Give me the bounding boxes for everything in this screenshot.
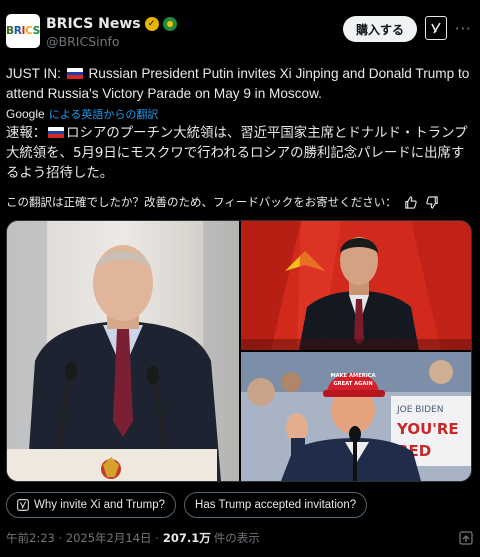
grok-suggestions: Why invite Xi and Trump? Has Trump accep… (6, 492, 368, 518)
account-handle[interactable]: @BRICSinfo (46, 34, 120, 49)
name-row: BRICS News ✓ (46, 16, 177, 32)
avatar-logo-text: BRICS (6, 25, 40, 37)
translation-source: Google による英語からの翻訳 (6, 106, 158, 122)
bookmark-tools-icon[interactable] (458, 530, 474, 546)
tweet-text: JUST IN: Russian President Putin invites… (6, 64, 474, 104)
grok-icon[interactable] (425, 16, 447, 40)
tweet-prefix: JUST IN: (6, 66, 65, 81)
sign-line-1: JOE BIDEN (396, 405, 443, 415)
avatar[interactable]: BRICS (6, 14, 40, 48)
hat-text-1: MAKE AMERICA (330, 373, 375, 379)
translated-text: 速報： ロシアのプーチン大統領は、習近平国家主席とドナルド・トランプ大統領を、5月… (6, 124, 474, 184)
translation-feedback: この翻訳は正確でしたか？改善のため、フィードバックをお寄せください： (6, 194, 441, 210)
photo-trump[interactable]: JOE BIDEN YOU'RE RED MAKE AMERICA GREAT … (241, 352, 471, 481)
suggestion-chip-accepted[interactable]: Has Trump accepted invitation? (184, 492, 368, 518)
view-count-label: 件の表示 (213, 531, 260, 545)
photo-putin[interactable] (7, 221, 239, 481)
verified-badge-icon[interactable]: ✓ (144, 17, 159, 31)
photo-xi[interactable] (241, 221, 471, 350)
russia-flag-icon (66, 68, 83, 79)
tweet-meta: 午前2:23 · 2025年2月14日 · 207.1万 件の表示 (6, 530, 474, 546)
view-count: 207.1万 (162, 531, 211, 545)
more-dots-icon[interactable]: ··· (453, 16, 473, 40)
translation-link[interactable]: による英語からの翻訳 (49, 106, 159, 122)
suggestion-chip-why[interactable]: Why invite Xi and Trump? (6, 492, 177, 518)
google-logo: Google (6, 107, 45, 121)
media-grid[interactable]: JOE BIDEN YOU'RE RED MAKE AMERICA GREAT … (6, 220, 472, 482)
grok-icon (17, 499, 29, 511)
suggestion-label: Has Trump accepted invitation? (195, 499, 357, 511)
sign-line-2: YOU'RE (396, 420, 459, 438)
thumbs-down-icon[interactable] (425, 195, 441, 209)
russia-flag-icon (48, 127, 65, 138)
feedback-text: この翻訳は正確でしたか？改善のため、フィードバックをお寄せください： (6, 195, 397, 209)
affiliate-badge-icon[interactable] (162, 17, 177, 31)
suggestion-label: Why invite Xi and Trump? (34, 499, 166, 511)
tweet-header: BRICS BRICS News ✓ @BRICSinfo 購入する ··· (6, 14, 474, 54)
subscribe-button[interactable]: 購入する (343, 16, 417, 42)
timestamp[interactable]: 午前2:23 · 2025年2月14日 · (6, 530, 159, 546)
translated-body: ロシアのプーチン大統領は、習近平国家主席とドナルド・トランプ大統領を、5月9日に… (6, 126, 468, 181)
thumbs-up-icon[interactable] (403, 195, 419, 209)
translated-prefix: 速報： (6, 126, 47, 141)
hat-text-2: GREAT AGAIN (333, 381, 372, 387)
display-name[interactable]: BRICS News (46, 16, 141, 32)
grok-glyph (431, 22, 441, 34)
